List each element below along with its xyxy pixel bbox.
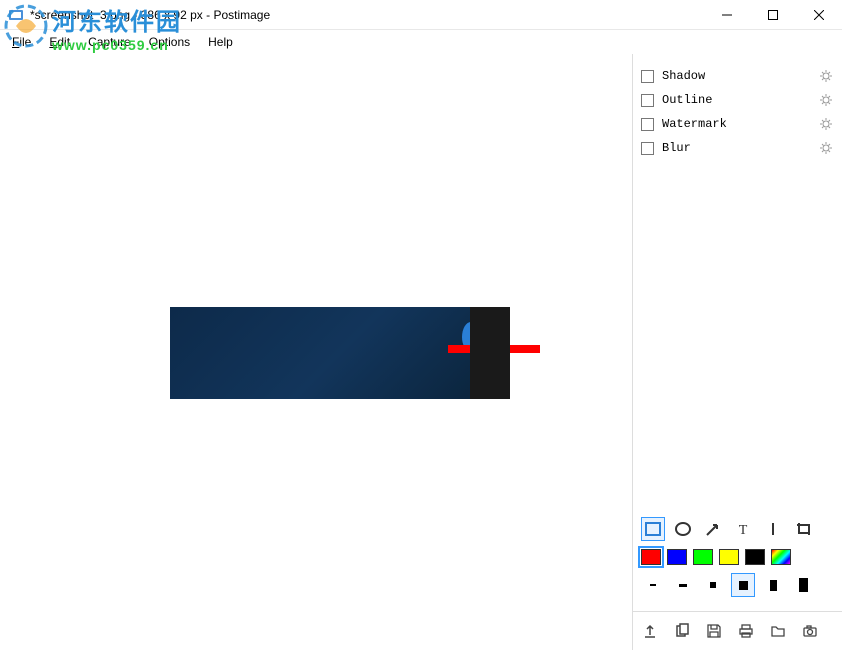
gear-icon[interactable] — [820, 118, 834, 130]
menu-capture[interactable]: Capture — [80, 32, 139, 52]
menu-help[interactable]: Help — [200, 32, 241, 52]
size-1[interactable] — [641, 573, 665, 597]
minimize-icon — [722, 10, 732, 20]
bottom-action-bar — [633, 611, 842, 650]
arrow-icon — [705, 521, 721, 537]
tool-text[interactable]: T — [731, 517, 755, 541]
checkbox-outline[interactable] — [641, 94, 654, 107]
color-red[interactable] — [641, 549, 661, 565]
gear-icon[interactable] — [820, 94, 834, 106]
label-watermark: Watermark — [662, 117, 820, 131]
text-icon: T — [735, 521, 751, 537]
copy-button[interactable] — [671, 620, 693, 642]
size-6[interactable] — [791, 573, 815, 597]
maximize-button[interactable] — [750, 0, 796, 29]
effect-watermark: Watermark — [641, 112, 834, 136]
canvas-area[interactable] — [0, 54, 632, 650]
effects-panel: Shadow Outline Watermark — [633, 54, 842, 160]
close-button[interactable] — [796, 0, 842, 29]
folder-button[interactable] — [767, 620, 789, 642]
copy-icon — [674, 623, 690, 639]
folder-icon — [770, 623, 786, 639]
print-button[interactable] — [735, 620, 757, 642]
window-title: *screenshot_3.png - 386 x 92 px - Postim… — [30, 8, 704, 22]
tool-ellipse[interactable] — [671, 517, 695, 541]
canvas-image[interactable] — [170, 307, 510, 399]
menu-options[interactable]: Options — [141, 32, 198, 52]
color-custom[interactable] — [771, 549, 791, 565]
crop-icon — [795, 521, 811, 537]
color-row — [641, 549, 834, 565]
app-icon — [8, 7, 24, 23]
label-shadow: Shadow — [662, 69, 820, 83]
minimize-button[interactable] — [704, 0, 750, 29]
save-icon — [706, 623, 722, 639]
size-4[interactable] — [731, 573, 755, 597]
menu-edit[interactable]: Edit — [41, 32, 78, 52]
rectangle-icon — [645, 522, 661, 536]
tool-panel: T — [633, 511, 842, 611]
label-blur: Blur — [662, 141, 820, 155]
effect-blur: Blur — [641, 136, 834, 160]
close-icon — [814, 10, 824, 20]
tool-crop[interactable] — [791, 517, 815, 541]
maximize-icon — [768, 10, 778, 20]
tool-arrow[interactable] — [701, 517, 725, 541]
svg-text:T: T — [739, 523, 748, 537]
line-icon — [765, 521, 781, 537]
menu-file[interactable]: File — [4, 32, 39, 52]
color-black[interactable] — [745, 549, 765, 565]
titlebar: *screenshot_3.png - 386 x 92 px - Postim… — [0, 0, 842, 30]
checkbox-watermark[interactable] — [641, 118, 654, 131]
label-outline: Outline — [662, 93, 820, 107]
effect-shadow: Shadow — [641, 64, 834, 88]
color-yellow[interactable] — [719, 549, 739, 565]
size-row — [641, 573, 834, 597]
checkbox-shadow[interactable] — [641, 70, 654, 83]
upload-button[interactable] — [639, 620, 661, 642]
size-2[interactable] — [671, 573, 695, 597]
size-5[interactable] — [761, 573, 785, 597]
gear-icon[interactable] — [820, 142, 834, 154]
shape-tool-row: T — [641, 517, 834, 541]
print-icon — [738, 623, 754, 639]
camera-icon — [802, 623, 818, 639]
checkbox-blur[interactable] — [641, 142, 654, 155]
size-3[interactable] — [701, 573, 725, 597]
annotation-red-line[interactable] — [448, 345, 540, 353]
ellipse-icon — [675, 522, 691, 536]
camera-button[interactable] — [799, 620, 821, 642]
color-blue[interactable] — [667, 549, 687, 565]
effect-outline: Outline — [641, 88, 834, 112]
tool-line[interactable] — [761, 517, 785, 541]
upload-icon — [642, 623, 658, 639]
tool-rectangle[interactable] — [641, 517, 665, 541]
color-green[interactable] — [693, 549, 713, 565]
gear-icon[interactable] — [820, 70, 834, 82]
sidebar: Shadow Outline Watermark — [632, 54, 842, 650]
save-button[interactable] — [703, 620, 725, 642]
menubar: File Edit Capture Options Help — [0, 30, 842, 54]
